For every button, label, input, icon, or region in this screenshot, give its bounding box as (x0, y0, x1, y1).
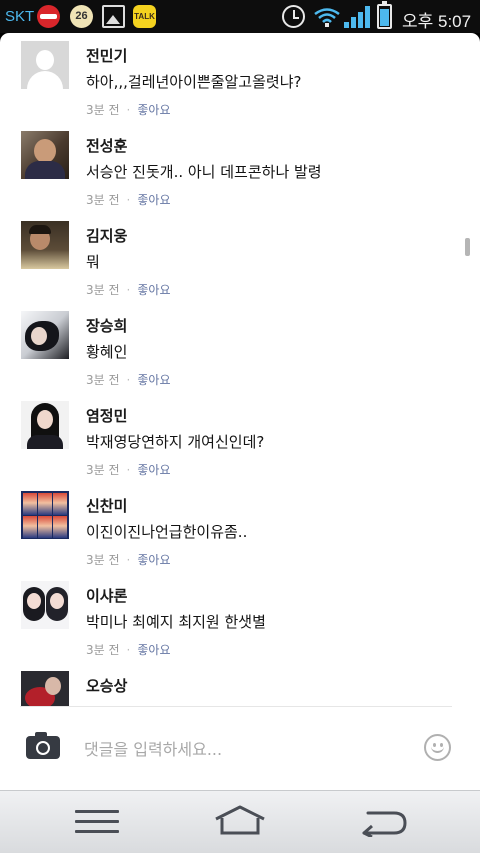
menu-button[interactable] (75, 810, 119, 834)
comment-author[interactable]: 신찬미 (86, 495, 127, 516)
clock: 오후 5:07 (402, 12, 472, 31)
comment-text: 서승안 진돗개.. 아니 데프콘하나 발령 (86, 163, 322, 181)
avatar[interactable] (21, 131, 69, 179)
separator-dot: · (126, 193, 131, 207)
comment-item: 오승상 (0, 671, 470, 706)
comment-author[interactable]: 염정민 (86, 405, 127, 426)
like-button[interactable]: 좋아요 (137, 553, 170, 567)
comment-text: 뭐 (86, 253, 100, 271)
comment-text: 황혜인 (86, 343, 128, 361)
emoji-icon[interactable] (424, 734, 451, 761)
comment-item: 신찬미 이진이진나언급한이유좀.. 3분 전 · 좋아요 (0, 491, 470, 581)
comment-text: 하아,,,걸레년아이쁜줄알고올렷냐? (86, 73, 302, 91)
battery-icon (377, 1, 392, 29)
comment-list[interactable]: 전민기 하아,,,걸레년아이쁜줄알고올렷냐? 3분 전 · 좋아요 전성훈 서승안 … (0, 33, 480, 706)
comment-meta: 3분 전 · 좋아요 (86, 551, 170, 568)
like-button[interactable]: 좋아요 (137, 463, 170, 477)
nav-bar (0, 790, 480, 853)
comment-item: 전민기 하아,,,걸레년아이쁜줄알고올렷냐? 3분 전 · 좋아요 (0, 41, 470, 131)
gallery-icon (102, 5, 125, 28)
wifi-icon (314, 8, 340, 27)
menu-icon (75, 810, 119, 813)
avatar[interactable] (21, 401, 69, 449)
like-button[interactable]: 좋아요 (137, 283, 170, 297)
comment-meta: 3분 전 · 좋아요 (86, 371, 170, 388)
comments-panel: 전민기 하아,,,걸레년아이쁜줄알고올렷냐? 3분 전 · 좋아요 전성훈 서승안 … (0, 33, 480, 790)
like-button[interactable]: 좋아요 (137, 643, 170, 657)
separator-dot: · (126, 463, 131, 477)
alarm-icon (282, 5, 305, 28)
avatar[interactable] (21, 221, 69, 269)
home-icon[interactable] (212, 805, 268, 837)
comment-time: 3분 전 (86, 193, 120, 207)
comment-text: 박재영당연하지 개여신인데? (86, 433, 265, 451)
signal-icon (344, 6, 370, 28)
separator-dot: · (126, 103, 131, 117)
avatar[interactable] (21, 311, 69, 359)
comment-author[interactable]: 전성훈 (86, 135, 127, 156)
comment-item: 염정민 박재영당연하지 개여신인데? 3분 전 · 좋아요 (0, 401, 470, 491)
calendar-icon: 26 (70, 5, 93, 28)
separator-dot: · (126, 643, 131, 657)
avatar[interactable] (21, 671, 69, 706)
separator-dot: · (126, 553, 131, 567)
camera-icon[interactable] (26, 732, 60, 759)
divider (20, 706, 452, 707)
comment-meta: 3분 전 · 좋아요 (86, 461, 170, 478)
comment-text: 이진이진나언급한이유좀.. (86, 523, 248, 541)
scrollbar[interactable] (465, 238, 470, 256)
comment-meta: 3분 전 · 좋아요 (86, 281, 170, 298)
like-button[interactable]: 좋아요 (137, 103, 170, 117)
comment-item: 전성훈 서승안 진돗개.. 아니 데프콘하나 발령 3분 전 · 좋아요 (0, 131, 470, 221)
comment-author[interactable]: 김지웅 (86, 225, 127, 246)
carrier-label: SKT (5, 8, 35, 25)
avatar-default-icon[interactable] (21, 41, 69, 89)
comment-meta: 3분 전 · 좋아요 (86, 191, 170, 208)
separator-dot: · (126, 283, 131, 297)
avatar[interactable] (21, 491, 69, 539)
comment-item: 김지웅 뭐 3분 전 · 좋아요 (0, 221, 470, 311)
comment-time: 3분 전 (86, 553, 120, 567)
comment-meta: 3분 전 · 좋아요 (86, 641, 170, 658)
comment-time: 3분 전 (86, 643, 120, 657)
comment-input[interactable] (84, 735, 404, 763)
comment-meta: 3분 전 · 좋아요 (86, 101, 170, 118)
like-button[interactable]: 좋아요 (137, 373, 170, 387)
comment-text: 박미나 최예지 최지원 한샛별 (86, 613, 266, 631)
comment-item: 장승희 황혜인 3분 전 · 좋아요 (0, 311, 470, 401)
comment-time: 3분 전 (86, 283, 120, 297)
comment-author[interactable]: 오승상 (86, 675, 127, 696)
battery-level (380, 9, 389, 26)
back-icon[interactable] (358, 807, 408, 837)
comment-author[interactable]: 장승희 (86, 315, 127, 336)
avatar[interactable] (21, 581, 69, 629)
like-button[interactable]: 좋아요 (137, 193, 170, 207)
comment-author[interactable]: 전민기 (86, 45, 127, 66)
kakaotalk-icon: TALK (133, 5, 156, 28)
comment-time: 3분 전 (86, 373, 120, 387)
coupang-icon (37, 5, 60, 28)
comment-author[interactable]: 이샤론 (86, 585, 127, 606)
status-bar: SKT 26 TALK 오후 5:07 (0, 0, 480, 33)
comment-time: 3분 전 (86, 463, 120, 477)
comment-time: 3분 전 (86, 103, 120, 117)
separator-dot: · (126, 373, 131, 387)
comment-item: 이샤론 박미나 최예지 최지원 한샛별 3분 전 · 좋아요 (0, 581, 470, 671)
